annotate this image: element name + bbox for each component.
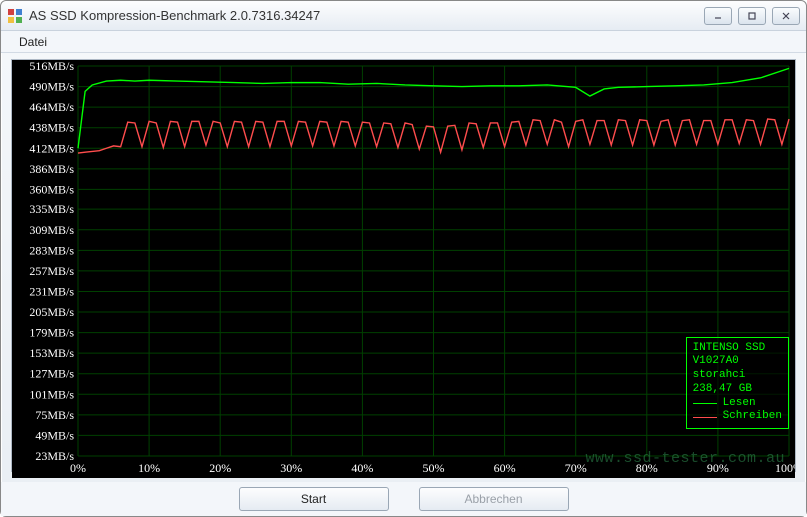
svg-text:101MB/s: 101MB/s: [29, 387, 74, 401]
app-icon: [7, 8, 23, 24]
legend-entry-read: Lesen: [693, 397, 782, 411]
titlebar: AS SSD Kompression-Benchmark 2.0.7316.34…: [1, 1, 806, 31]
chart-canvas: 516MB/s 490MB/s 464MB/s 438MB/s 412MB/s 386MB…: [12, 60, 795, 478]
svg-text:412MB/s: 412MB/s: [29, 141, 74, 155]
svg-text:464MB/s: 464MB/s: [29, 100, 74, 114]
legend-swatch-icon: [693, 403, 717, 404]
info-line: V1027A0: [693, 355, 782, 369]
svg-text:60%: 60%: [494, 461, 516, 475]
svg-text:205MB/s: 205MB/s: [29, 305, 74, 319]
window-controls: [704, 7, 800, 25]
svg-text:231MB/s: 231MB/s: [29, 284, 74, 298]
svg-text:127MB/s: 127MB/s: [29, 367, 74, 381]
svg-text:257MB/s: 257MB/s: [29, 264, 74, 278]
legend-entry-write: Schreiben: [693, 410, 782, 424]
info-line: 238,47 GB: [693, 383, 782, 397]
info-line: INTENSO SSD: [693, 342, 782, 356]
chart-panel: 516MB/s 490MB/s 464MB/s 438MB/s 412MB/s 386MB…: [11, 59, 796, 472]
svg-text:10%: 10%: [138, 461, 160, 475]
start-button[interactable]: Start: [239, 487, 389, 511]
svg-text:40%: 40%: [351, 461, 373, 475]
svg-text:516MB/s: 516MB/s: [29, 60, 74, 73]
svg-text:179MB/s: 179MB/s: [29, 326, 74, 340]
svg-text:490MB/s: 490MB/s: [29, 80, 74, 94]
svg-text:49MB/s: 49MB/s: [35, 428, 74, 442]
minimize-button[interactable]: [704, 7, 732, 25]
menubar: Datei: [1, 31, 806, 53]
svg-text:283MB/s: 283MB/s: [29, 243, 74, 257]
legend-label: Lesen: [723, 397, 756, 411]
svg-text:23MB/s: 23MB/s: [35, 449, 74, 463]
watermark-text: www.ssd-tester.com.au: [585, 450, 785, 467]
svg-text:438MB/s: 438MB/s: [29, 121, 74, 135]
maximize-button[interactable]: [738, 7, 766, 25]
window-title: AS SSD Kompression-Benchmark 2.0.7316.34…: [29, 8, 704, 23]
svg-text:153MB/s: 153MB/s: [29, 346, 74, 360]
button-row: Start Abbrechen: [1, 482, 806, 516]
svg-text:20%: 20%: [209, 461, 231, 475]
close-button[interactable]: [772, 7, 800, 25]
svg-text:30%: 30%: [280, 461, 302, 475]
legend-label: Schreiben: [723, 410, 782, 424]
svg-text:360MB/s: 360MB/s: [29, 182, 74, 196]
legend-swatch-icon: [693, 417, 717, 418]
app-window: AS SSD Kompression-Benchmark 2.0.7316.34…: [0, 0, 807, 517]
info-panel: INTENSO SSD V1027A0 storahci 238,47 GB L…: [686, 337, 789, 430]
svg-text:309MB/s: 309MB/s: [29, 223, 74, 237]
svg-text:386MB/s: 386MB/s: [29, 162, 74, 176]
svg-text:50%: 50%: [423, 461, 445, 475]
info-line: storahci: [693, 369, 782, 383]
svg-text:0%: 0%: [70, 461, 86, 475]
menu-item-datei[interactable]: Datei: [11, 33, 55, 51]
svg-text:335MB/s: 335MB/s: [29, 202, 74, 216]
svg-text:70%: 70%: [565, 461, 587, 475]
svg-text:75MB/s: 75MB/s: [35, 408, 74, 422]
cancel-button[interactable]: Abbrechen: [419, 487, 569, 511]
